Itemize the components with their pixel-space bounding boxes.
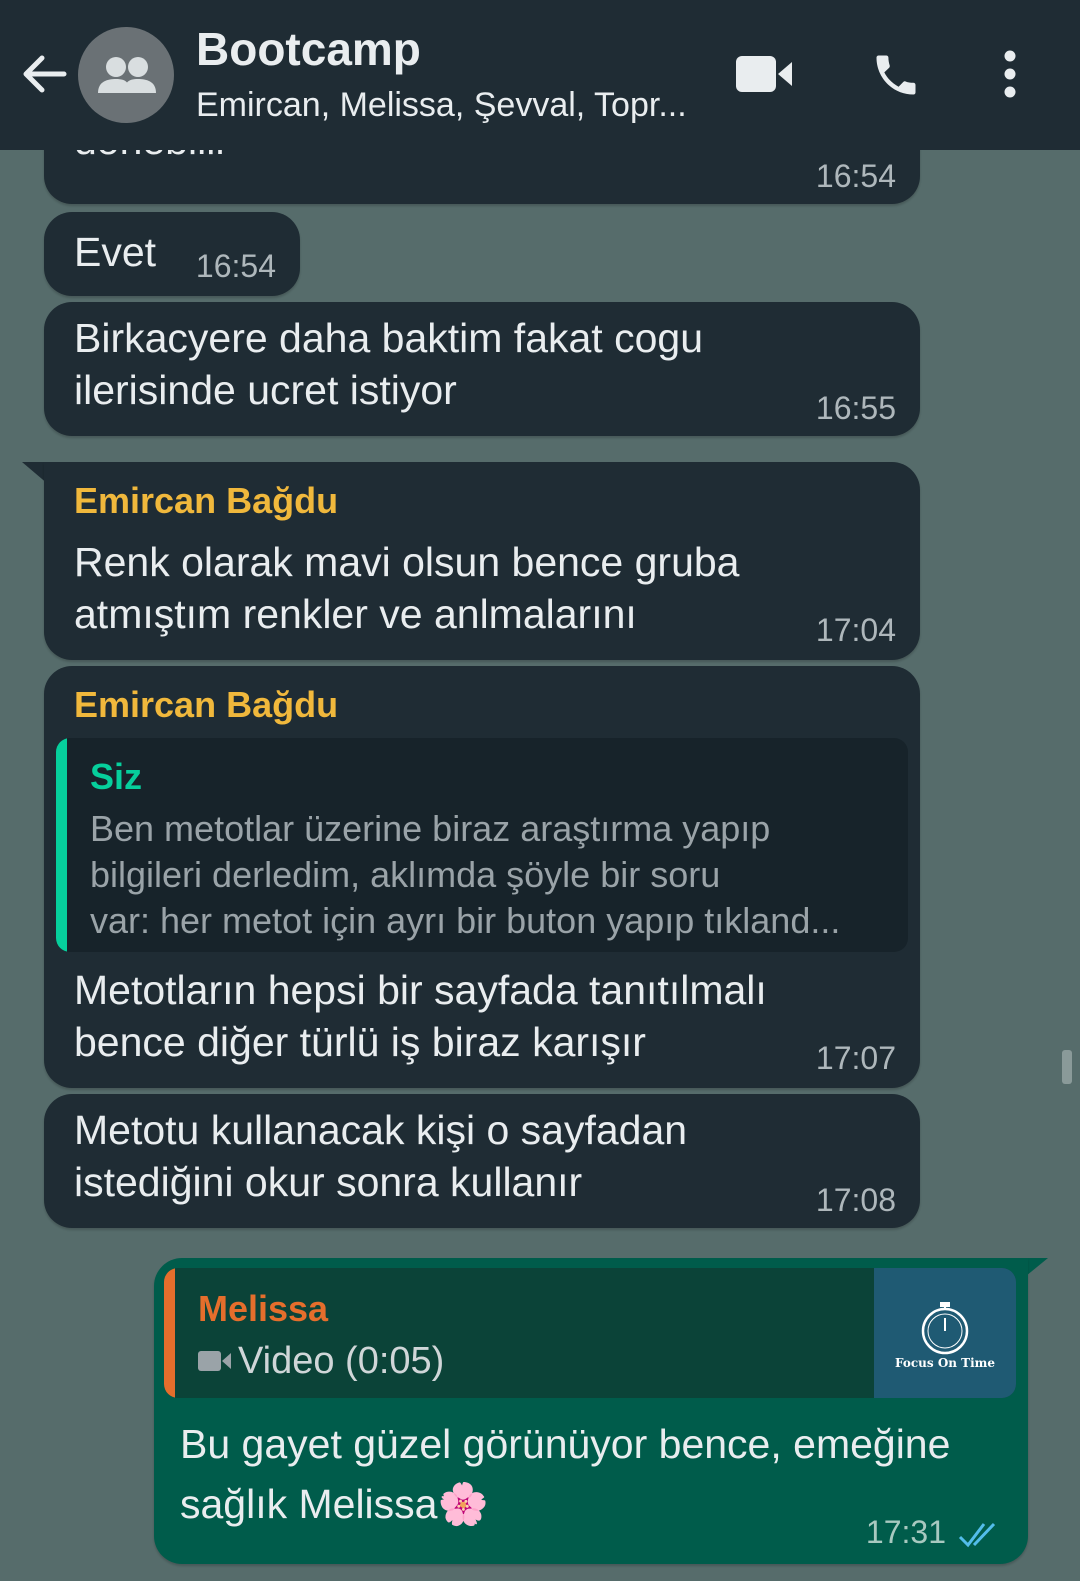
scrollbar-thumb[interactable] — [1062, 1050, 1072, 1084]
message-bubble[interactable]: Birkacyere daha baktim fakat cogu ileris… — [44, 302, 920, 436]
quoted-message[interactable]: Melissa Video (0:05) Focus On Time — [164, 1268, 1016, 1398]
cherry-blossom-emoji: 🌸 — [437, 1480, 489, 1528]
message-bubble[interactable]: Evet 16:54 — [44, 212, 300, 296]
chat-area[interactable]: donebilir 16:54 Evet 16:54 Birkacyere da… — [0, 110, 1080, 1581]
message-time: 16:54 — [195, 248, 276, 284]
message-text-line: Metotu kullanacak kişi o sayfadan — [74, 1107, 688, 1153]
message-time: 17:07 — [815, 1040, 896, 1076]
video-call-icon[interactable] — [736, 54, 794, 94]
quote-text-line: Ben metotlar üzerine biraz araştırma yap… — [90, 808, 771, 849]
message-text-line: Metotların hepsi bir sayfada tanıtılmalı — [74, 967, 767, 1013]
quote-bar — [56, 738, 67, 952]
message-bubble-outgoing[interactable]: Melissa Video (0:05) Focus On Time Bu ga… — [154, 1258, 1028, 1564]
message-text-line: ilerisinde ucret istiyor — [74, 367, 457, 413]
message-text-line: Birkacyere daha baktim fakat cogu — [74, 315, 703, 361]
message-bubble[interactable]: Metotu kullanacak kişi o sayfadan istedi… — [44, 1094, 920, 1228]
quote-text-line: bilgileri derledim, aklımda şöyle bir so… — [90, 854, 721, 895]
message-time: 16:54 — [815, 158, 896, 194]
message-text-line: istediğini okur sonra kullanır — [74, 1159, 583, 1205]
message-time: 17:31 — [865, 1514, 946, 1550]
quote-author: Siz — [90, 756, 143, 797]
chat-title[interactable]: Bootcamp — [196, 22, 421, 76]
message-text-line: Renk olarak mavi olsun bence gruba — [74, 539, 740, 585]
message-text-line: Bu gayet güzel görünüyor bence, emeğine — [180, 1421, 951, 1467]
arrow-back-icon[interactable] — [18, 48, 70, 100]
quote-bar — [164, 1268, 175, 1398]
sender-name[interactable]: Emircan Bağdu — [74, 684, 338, 726]
message-time: 17:04 — [815, 612, 896, 648]
quote-media-label: Video (0:05) — [238, 1340, 445, 1382]
sender-name[interactable]: Emircan Bağdu — [74, 480, 338, 522]
message-text-line-2: sağlık Melissa🌸 — [180, 1478, 489, 1530]
message-bubble[interactable]: Emircan Bağdu Siz Ben metotlar üzerine b… — [44, 666, 920, 1088]
video-camera-icon — [198, 1351, 231, 1371]
chat-members[interactable]: Emircan, Melissa, Şevval, Topr... — [196, 86, 706, 125]
message-time: 16:55 — [815, 390, 896, 426]
chat-header: Bootcamp Emircan, Melissa, Şevval, Topr.… — [0, 0, 1080, 150]
more-vertical-icon[interactable] — [1000, 50, 1020, 98]
thumbnail-caption: Focus On Time — [894, 1356, 995, 1370]
message-text: Evet — [74, 229, 157, 275]
quoted-message[interactable]: Siz Ben metotlar üzerine biraz araştırma… — [56, 738, 908, 952]
video-thumbnail[interactable]: Focus On Time — [874, 1268, 1016, 1398]
quote-text-line: var: her metot için ayrı bir buton yapıp… — [90, 900, 841, 941]
double-check-icon — [958, 1522, 996, 1548]
quote-author: Melissa — [198, 1288, 329, 1329]
message-text-line: atmıştım renkler ve anlmalarını — [74, 591, 637, 637]
message-text-line: bence diğer türlü iş biraz karışır — [74, 1019, 646, 1065]
group-avatar-icon[interactable] — [78, 27, 174, 123]
message-time: 17:08 — [815, 1182, 896, 1218]
message-bubble[interactable]: Emircan Bağdu Renk olarak mavi olsun ben… — [44, 462, 920, 660]
stopwatch-icon — [921, 1302, 969, 1355]
message-text-fragment: sağlık Melissa — [180, 1481, 438, 1527]
phone-call-icon[interactable] — [870, 49, 922, 101]
